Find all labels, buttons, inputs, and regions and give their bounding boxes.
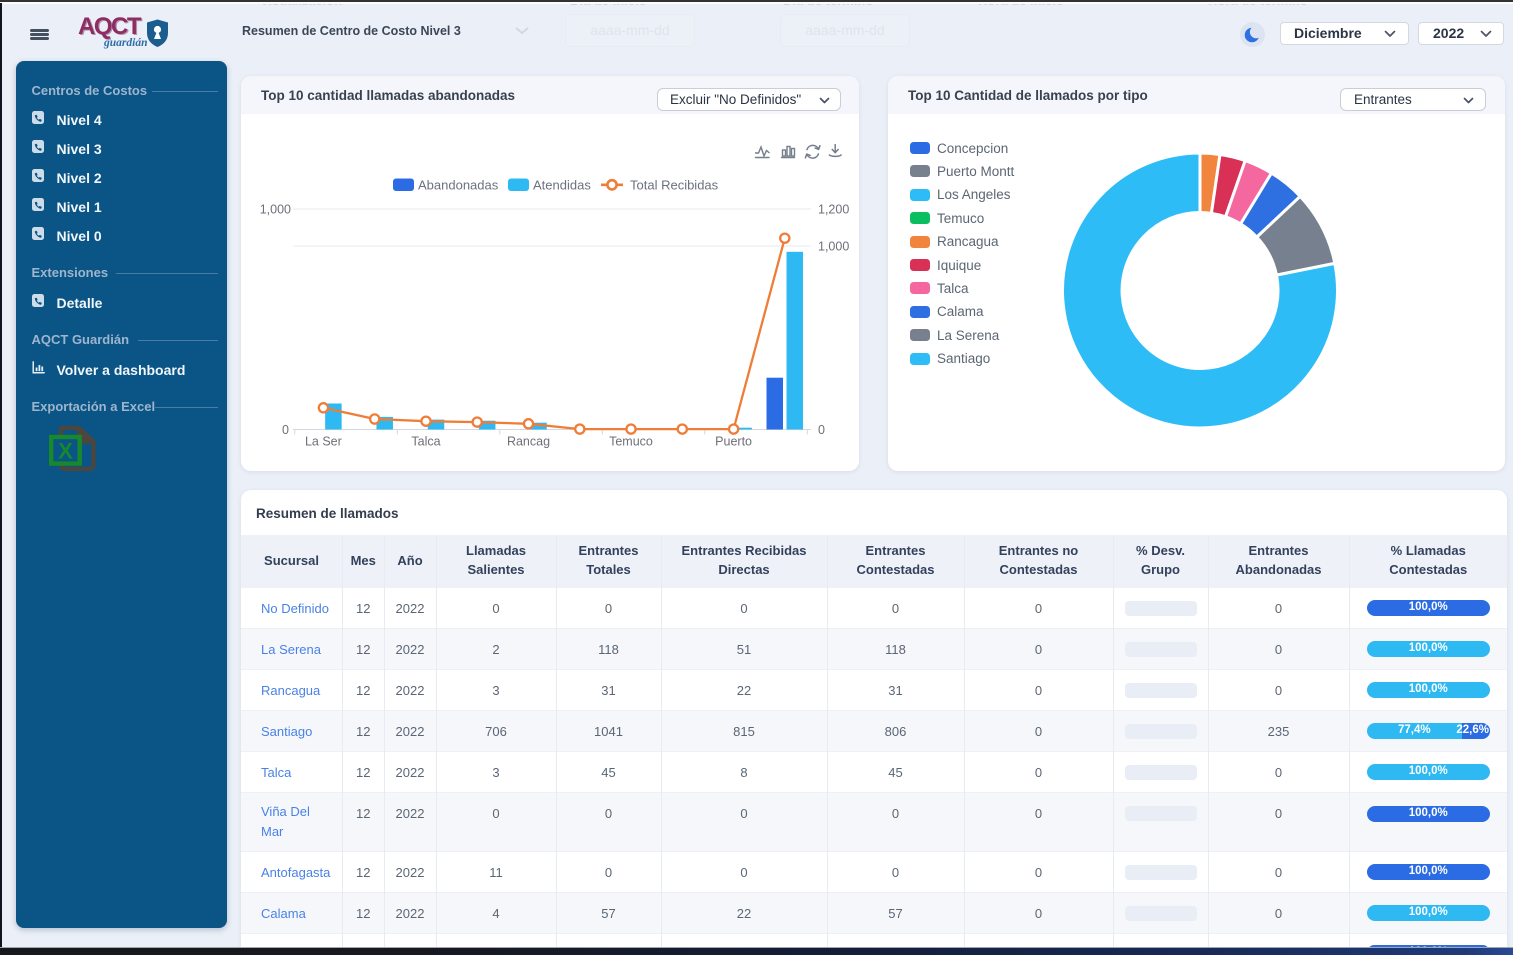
svg-text:1,000: 1,000: [260, 202, 291, 216]
svg-text:Abandonadas: Abandonadas: [418, 177, 499, 192]
svg-text:Rancag: Rancag: [507, 434, 550, 448]
svg-text:Talca: Talca: [411, 434, 440, 448]
svg-text:Temuco: Temuco: [609, 434, 653, 448]
svg-text:0: 0: [818, 423, 825, 437]
svg-text:1,200: 1,200: [818, 202, 849, 216]
svg-text:La Ser: La Ser: [305, 434, 342, 448]
svg-text:X: X: [58, 439, 73, 464]
svg-text:Total Recibidas: Total Recibidas: [630, 177, 719, 192]
svg-text:1,000: 1,000: [818, 239, 849, 253]
svg-text:0: 0: [282, 423, 289, 437]
svg-text:Puerto: Puerto: [715, 434, 752, 448]
svg-text:Atendidas: Atendidas: [533, 177, 591, 192]
